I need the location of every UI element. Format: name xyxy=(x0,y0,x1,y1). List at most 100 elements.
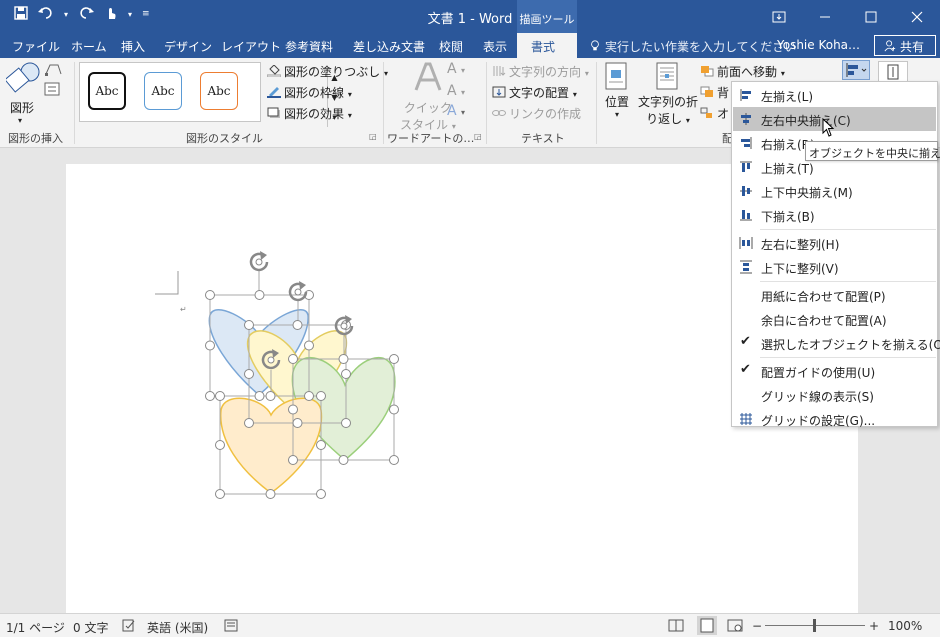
position-label: 位置 xyxy=(604,95,629,109)
menu-separator xyxy=(760,229,936,230)
distribute-horizontal-icon xyxy=(739,237,753,249)
text-outline-icon[interactable]: A ▾ xyxy=(447,83,465,99)
undo-dropdown-icon[interactable]: ▾ xyxy=(64,6,68,24)
shapes-icon xyxy=(4,62,40,93)
menu-item-align-to-page[interactable]: 用紙に合わせて配置(P) xyxy=(733,283,936,307)
pen-outline-icon xyxy=(267,87,281,98)
bring-forward-button[interactable]: 前面へ移動 ▾ xyxy=(700,63,785,80)
shape-effects-label: 図形の効果 xyxy=(284,107,345,121)
share-button[interactable]: 共有 xyxy=(874,35,936,56)
create-link-label: リンクの作成 xyxy=(509,107,582,121)
tab-file[interactable]: ファイル xyxy=(12,38,60,55)
menu-label: 用紙に合わせて配置(P) xyxy=(761,290,886,304)
menu-item-distribute-vertically[interactable]: 上下に整列(V) xyxy=(733,255,936,279)
tab-home[interactable]: ホーム xyxy=(71,38,107,55)
selection-pane-button[interactable]: オ xyxy=(700,105,729,122)
menu-label: 左右中央揃え(C) xyxy=(761,114,851,128)
wordart-a-icon xyxy=(414,62,442,91)
align-top-icon xyxy=(740,161,752,172)
style-black-outline[interactable]: Abc xyxy=(88,72,126,110)
print-layout-icon[interactable] xyxy=(697,616,717,635)
edit-shape-button[interactable] xyxy=(44,62,66,81)
maximize-icon[interactable] xyxy=(848,0,894,33)
touch-dropdown-icon[interactable]: ▾ xyxy=(128,6,132,24)
proofing-icon[interactable] xyxy=(122,619,136,635)
tab-view[interactable]: 表示 xyxy=(483,38,507,55)
web-layout-icon[interactable] xyxy=(727,619,743,635)
shape-effects-button[interactable]: 図形の効果 ▾ xyxy=(267,105,352,122)
read-mode-icon[interactable] xyxy=(668,619,684,635)
close-icon[interactable] xyxy=(894,0,940,33)
word-count[interactable]: 0 文字 xyxy=(73,619,108,636)
style-orange-outline[interactable]: Abc xyxy=(200,72,238,110)
tab-review[interactable]: 校閲 xyxy=(439,38,463,55)
window-controls xyxy=(756,0,940,33)
wrap-text-button[interactable]: 文字列の折 り返し ▾ xyxy=(638,62,698,127)
textbox-button[interactable] xyxy=(44,82,66,101)
distribute-vertical-icon xyxy=(740,260,752,274)
tab-mailings[interactable]: 差し込み文書 xyxy=(353,38,425,55)
menu-item-view-gridlines[interactable]: グリッド線の表示(S) xyxy=(733,383,936,407)
group-insert-shapes-label: 図形の挿入 xyxy=(8,132,63,145)
minimize-icon[interactable] xyxy=(802,0,848,33)
menu-item-align-selected-objects[interactable]: ✔ 選択したオブジェクトを揃える(O) xyxy=(733,331,940,355)
tab-references[interactable]: 参考資料 xyxy=(285,38,333,55)
shape-fill-button[interactable]: 図形の塗りつぶし ▾ xyxy=(267,63,388,80)
undo-icon[interactable] xyxy=(38,6,54,24)
macro-record-icon[interactable] xyxy=(224,619,238,635)
shape-outline-button[interactable]: 図形の枠線 ▾ xyxy=(267,84,352,101)
group-separator xyxy=(74,62,75,144)
zoom-level[interactable]: 100% xyxy=(888,619,922,633)
group-separator xyxy=(486,62,487,144)
wrap-text-label-1: 文字列の折 xyxy=(638,95,699,109)
align-text-button[interactable]: 文字の配置 ▾ xyxy=(492,84,577,101)
menu-item-align-to-margin[interactable]: 余白に合わせて配置(A) xyxy=(733,307,936,331)
wordart-dialog-launcher[interactable]: ◲ xyxy=(474,132,482,141)
menu-label: 上下に整列(V) xyxy=(761,262,839,276)
align-button[interactable] xyxy=(842,60,870,80)
menu-item-grid-settings[interactable]: グリッドの設定(G)... xyxy=(733,407,936,431)
textbox-icon xyxy=(44,82,60,96)
tab-layout[interactable]: レイアウト xyxy=(221,38,281,55)
shape-style-gallery: Abc Abc Abc ▲ ▼ ▾ xyxy=(79,62,338,127)
zoom-out-icon[interactable]: − xyxy=(752,619,762,633)
text-effects-icon[interactable]: A ▾ xyxy=(447,103,465,119)
mouse-cursor-icon xyxy=(822,118,835,137)
ribbon-tab-bar: ファイル ホーム 挿入 デザイン レイアウト 参考資料 差し込み文書 校閲 表示… xyxy=(0,33,940,58)
tab-format[interactable]: 書式 xyxy=(517,33,577,58)
group-separator xyxy=(383,62,384,144)
zoom-slider-thumb[interactable] xyxy=(813,619,816,632)
share-label: 共有 xyxy=(900,40,925,54)
selection-pane-label: オ xyxy=(717,107,730,121)
text-fill-icon[interactable]: A ▾ xyxy=(447,61,465,77)
shapes-gallery-button[interactable]: 図形 ▾ xyxy=(4,62,40,125)
tab-design[interactable]: デザイン xyxy=(164,38,212,55)
create-link-button[interactable]: リンクの作成 xyxy=(492,105,581,122)
user-name[interactable]: Yoshie Koha… xyxy=(777,38,860,52)
style-blue-outline[interactable]: Abc xyxy=(144,72,182,110)
shape-styles-dialog-launcher[interactable]: ◲ xyxy=(369,132,377,141)
checkmark-icon: ✔ xyxy=(740,334,751,349)
redo-icon[interactable] xyxy=(78,6,95,24)
page-count[interactable]: 1/1 ページ xyxy=(6,619,65,636)
touch-mode-icon[interactable] xyxy=(104,6,118,24)
shapes-dropdown-icon: ▾ xyxy=(18,116,23,125)
position-button[interactable]: 位置 ▾ xyxy=(604,62,630,119)
ribbon-display-options-icon[interactable] xyxy=(756,0,802,33)
send-backward-button[interactable]: 背 xyxy=(700,84,729,101)
tab-insert[interactable]: 挿入 xyxy=(121,38,145,55)
tell-me-box[interactable]: 実行したい作業を入力してください xyxy=(588,38,796,55)
text-direction-label: 文字列の方向 xyxy=(509,65,582,79)
text-direction-button[interactable]: 文字列の方向 ▾ xyxy=(492,63,589,80)
menu-item-align-left[interactable]: 左揃え(L) xyxy=(733,83,936,107)
menu-item-use-alignment-guides[interactable]: ✔ 配置ガイドの使用(U) xyxy=(733,359,936,383)
menu-item-distribute-horizontally[interactable]: 左右に整列(H) xyxy=(733,231,936,255)
save-icon[interactable] xyxy=(14,6,28,24)
menu-item-align-bottom[interactable]: 下揃え(B) xyxy=(733,203,936,227)
align-text-icon xyxy=(492,86,506,98)
menu-label: 左揃え(L) xyxy=(761,90,814,104)
menu-item-align-middle[interactable]: 上下中央揃え(M) xyxy=(733,179,936,203)
zoom-in-icon[interactable]: + xyxy=(869,619,879,633)
customize-qat-icon[interactable]: ≡ xyxy=(142,6,150,24)
language-indicator[interactable]: 英語 (米国) xyxy=(147,619,208,636)
